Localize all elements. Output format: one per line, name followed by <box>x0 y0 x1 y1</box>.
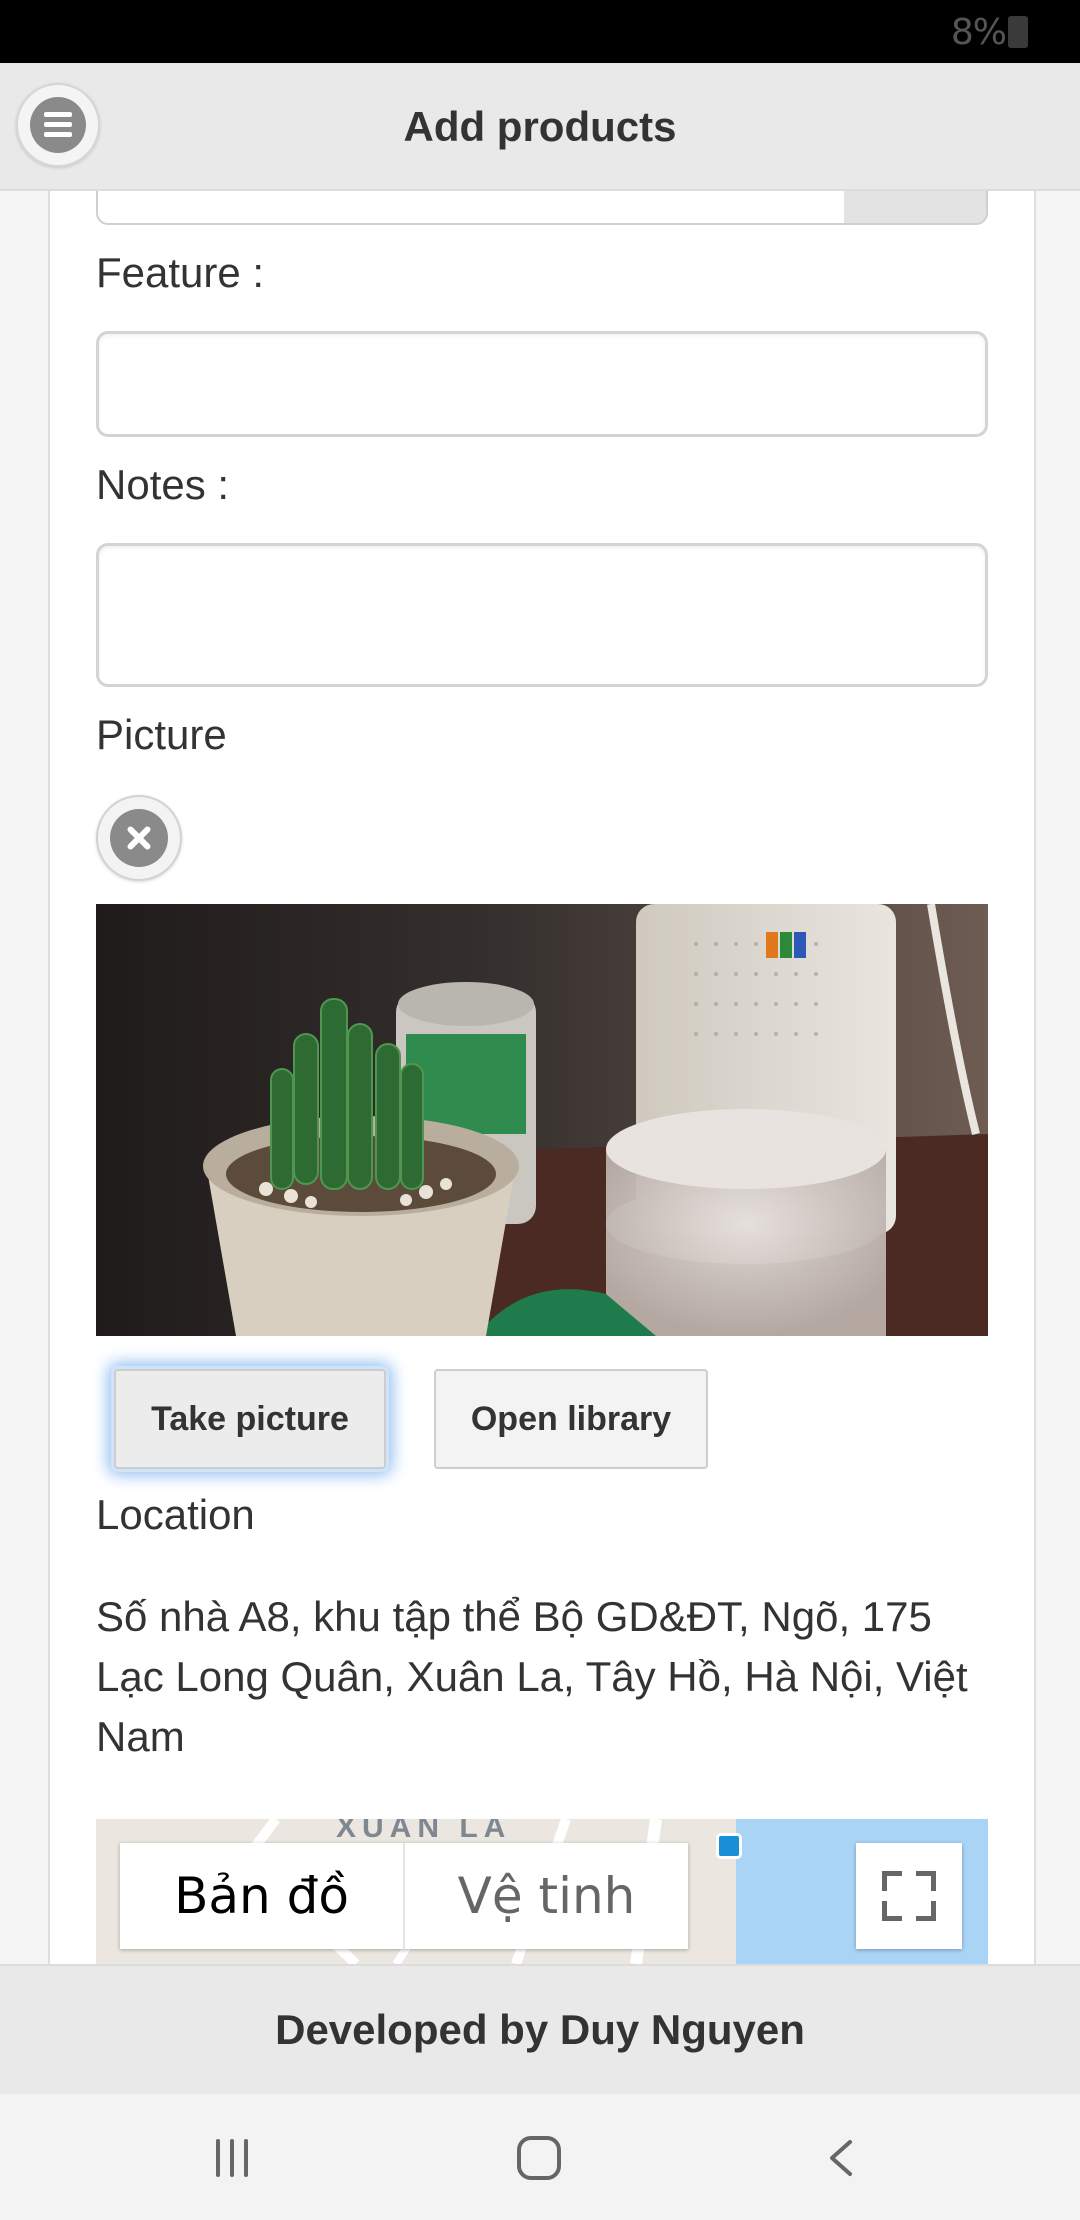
menu-button[interactable] <box>16 83 100 167</box>
feature-label: Feature : <box>96 249 265 296</box>
open-library-button[interactable]: Open library <box>434 1369 708 1469</box>
location-label: Location <box>96 1491 255 1538</box>
chevron-left-icon <box>830 2140 852 2176</box>
page-title: Add products <box>403 103 677 150</box>
picture-label: Picture <box>96 711 227 758</box>
remove-picture-button[interactable] <box>96 795 182 881</box>
back-button[interactable] <box>826 2139 856 2177</box>
location-address: Số nhà A8, khu tập thể Bộ GD&ĐT, Ngõ, 17… <box>96 1593 968 1760</box>
map-type-roadmap[interactable]: Bản đồ <box>120 1843 405 1949</box>
app-footer: Developed by Duy Nguyen <box>0 1964 1080 2094</box>
product-photo <box>96 904 988 1336</box>
status-bar: 8% <box>0 0 1080 63</box>
photo-image <box>96 904 988 1336</box>
notes-label: Notes : <box>96 461 230 508</box>
feature-input[interactable] <box>96 331 988 437</box>
system-nav-bar <box>0 2094 1080 2220</box>
input-addon <box>844 191 986 223</box>
fullscreen-button[interactable] <box>856 1843 962 1949</box>
battery-icon <box>1008 16 1028 48</box>
scroll-content[interactable]: Feature : Notes : Picture Take picture O… <box>0 191 1080 1964</box>
menu-icon <box>30 97 86 153</box>
battery-indicator: 8% <box>951 12 1028 53</box>
form-card: Feature : Notes : Picture Take picture O… <box>48 191 1036 1964</box>
bus-stop-icon[interactable] <box>716 1833 742 1859</box>
battery-text: 8% <box>950 12 1007 53</box>
close-icon <box>110 809 168 867</box>
app-header: Add products <box>0 63 1080 191</box>
location-map[interactable]: XUAN LA Bản đồ Vệ tinh <box>96 1819 988 1964</box>
notes-textarea[interactable] <box>96 543 988 687</box>
map-type-control: Bản đồ Vệ tinh <box>120 1843 688 1949</box>
take-picture-button[interactable]: Take picture <box>114 1369 386 1469</box>
previous-input-field[interactable] <box>96 191 988 225</box>
map-area-label: XUAN LA <box>336 1819 512 1844</box>
recent-apps-button[interactable] <box>216 2139 256 2177</box>
map-type-satellite[interactable]: Vệ tinh <box>405 1843 688 1949</box>
home-button[interactable] <box>517 2136 561 2180</box>
